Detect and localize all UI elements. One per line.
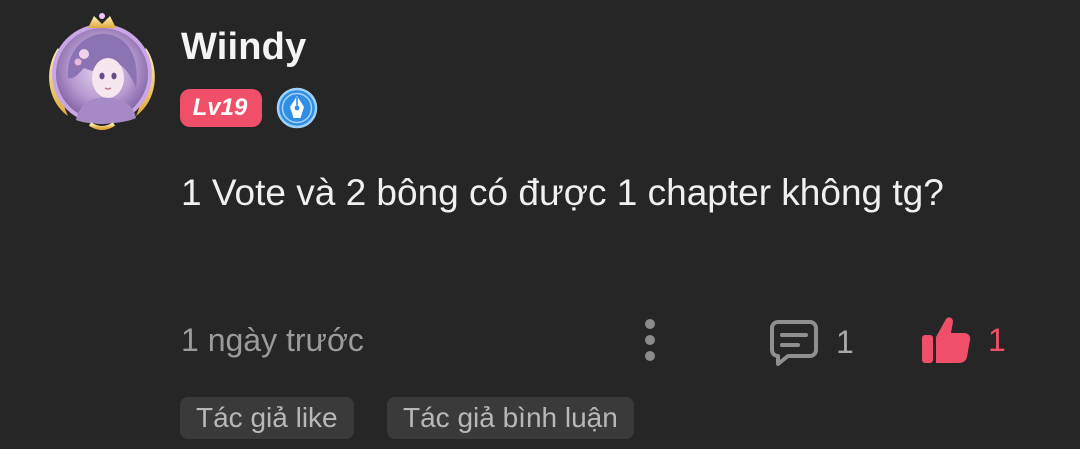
more-vertical-icon (645, 319, 655, 329)
more-vertical-icon-dot (645, 335, 655, 345)
reply-button[interactable]: 1 (768, 314, 854, 370)
pen-nib-icon (276, 87, 318, 129)
comment-text: 1 Vote và 2 bông có được 1 chapter không… (181, 172, 944, 213)
comment-item: Wiindy Lv19 1 Vote và 2 bông có được 1 c… (0, 0, 1080, 449)
like-count: 1 (988, 321, 1006, 358)
like-button[interactable]: 1 (920, 312, 1006, 368)
avatar[interactable] (40, 8, 164, 132)
timestamp: 1 ngày trước (181, 322, 364, 358)
more-vertical-icon-dot (645, 351, 655, 361)
comment-icon (770, 320, 818, 366)
username[interactable]: Wiindy (181, 26, 306, 69)
more-options-button[interactable] (636, 316, 664, 364)
author-liked-tag: Tác giả like (180, 397, 354, 439)
reply-count: 1 (836, 323, 854, 360)
level-badge: Lv19 (180, 89, 262, 127)
avatar-frame-icon (49, 13, 155, 130)
author-replied-tag: Tác giả bình luận (387, 397, 634, 439)
thumbs-up-icon (922, 317, 971, 363)
